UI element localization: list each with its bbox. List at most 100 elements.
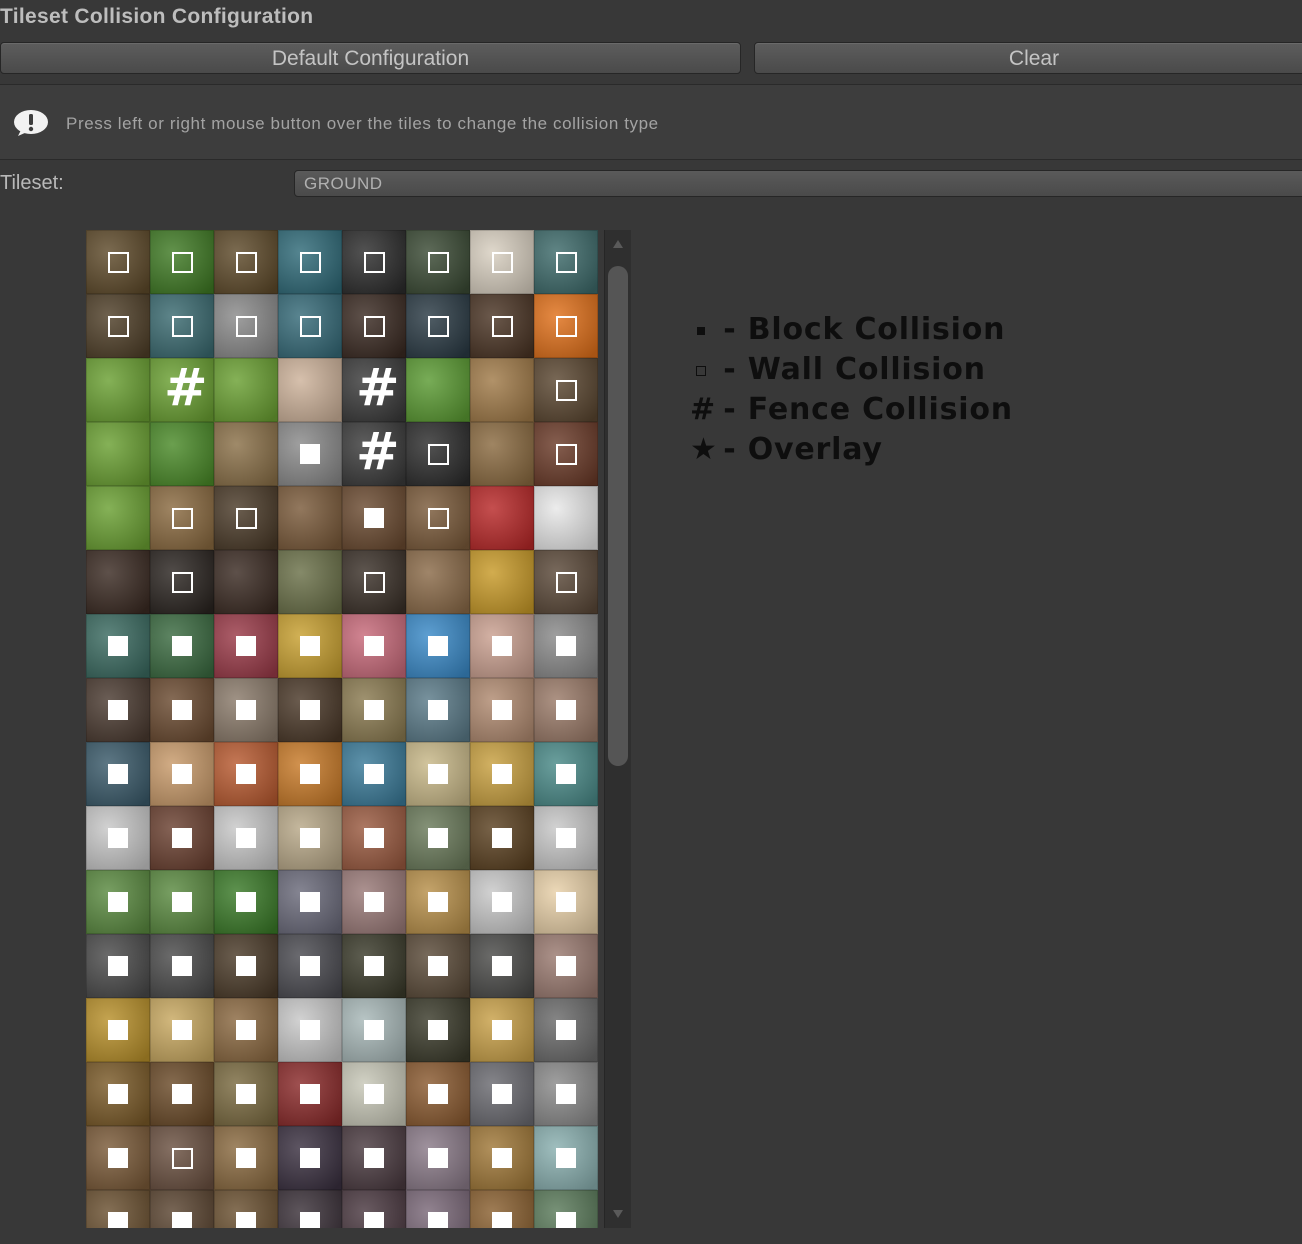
tile[interactable]: [150, 614, 214, 678]
scroll-up-arrow-icon[interactable]: [613, 240, 623, 248]
tile[interactable]: [86, 998, 150, 1062]
tile[interactable]: [214, 550, 278, 614]
tile[interactable]: [534, 1126, 598, 1190]
tile[interactable]: [278, 486, 342, 550]
tile[interactable]: [342, 1190, 406, 1228]
tile[interactable]: [86, 486, 150, 550]
tile[interactable]: [214, 486, 278, 550]
tile[interactable]: [150, 806, 214, 870]
tile[interactable]: [150, 1062, 214, 1126]
tile[interactable]: [86, 422, 150, 486]
tile[interactable]: [214, 742, 278, 806]
tile[interactable]: [86, 934, 150, 998]
tile[interactable]: #: [150, 358, 214, 422]
tile[interactable]: [470, 422, 534, 486]
tile[interactable]: [406, 358, 470, 422]
tile[interactable]: #: [342, 422, 406, 486]
tile[interactable]: [86, 358, 150, 422]
tile[interactable]: [278, 230, 342, 294]
tile[interactable]: [406, 486, 470, 550]
tile[interactable]: [86, 550, 150, 614]
tile[interactable]: [278, 870, 342, 934]
tile[interactable]: [214, 614, 278, 678]
tile[interactable]: [342, 614, 406, 678]
tile[interactable]: [470, 294, 534, 358]
tile[interactable]: [86, 294, 150, 358]
vertical-scrollbar[interactable]: [604, 230, 631, 1228]
tileset-dropdown[interactable]: GROUND: [294, 170, 1302, 197]
tile[interactable]: [534, 422, 598, 486]
tile[interactable]: [214, 806, 278, 870]
tile[interactable]: [470, 1062, 534, 1126]
tile[interactable]: [342, 806, 406, 870]
tile[interactable]: [406, 998, 470, 1062]
tile[interactable]: [150, 998, 214, 1062]
tile[interactable]: [470, 1190, 534, 1228]
tile[interactable]: [278, 422, 342, 486]
tile[interactable]: [278, 358, 342, 422]
tile[interactable]: [470, 486, 534, 550]
tile[interactable]: [342, 742, 406, 806]
tile[interactable]: [406, 1062, 470, 1126]
tile[interactable]: [406, 1126, 470, 1190]
tile[interactable]: [534, 1190, 598, 1228]
tile[interactable]: [278, 678, 342, 742]
tile[interactable]: [470, 230, 534, 294]
tile[interactable]: [534, 998, 598, 1062]
tile[interactable]: [406, 614, 470, 678]
tile[interactable]: [150, 422, 214, 486]
tile[interactable]: [342, 678, 406, 742]
tile[interactable]: [406, 870, 470, 934]
tile[interactable]: [342, 1126, 406, 1190]
tile[interactable]: [214, 1190, 278, 1228]
tile[interactable]: [534, 614, 598, 678]
scroll-down-arrow-icon[interactable]: [613, 1210, 623, 1218]
tile[interactable]: [214, 934, 278, 998]
tile[interactable]: [406, 230, 470, 294]
tile[interactable]: [406, 934, 470, 998]
tile[interactable]: [150, 294, 214, 358]
tile[interactable]: [150, 678, 214, 742]
tile[interactable]: [342, 550, 406, 614]
tile[interactable]: [214, 678, 278, 742]
tile[interactable]: [278, 550, 342, 614]
tile[interactable]: [86, 614, 150, 678]
tile[interactable]: [534, 1062, 598, 1126]
tile[interactable]: [86, 870, 150, 934]
tile[interactable]: [278, 806, 342, 870]
tile[interactable]: [470, 1126, 534, 1190]
tile[interactable]: [534, 294, 598, 358]
tile[interactable]: [406, 550, 470, 614]
tile[interactable]: [470, 614, 534, 678]
tile[interactable]: [470, 742, 534, 806]
tile[interactable]: [150, 1190, 214, 1228]
tile[interactable]: [150, 870, 214, 934]
tile[interactable]: [406, 294, 470, 358]
tile[interactable]: [470, 678, 534, 742]
tile[interactable]: [86, 678, 150, 742]
tile[interactable]: [214, 1062, 278, 1126]
tile[interactable]: [342, 230, 406, 294]
tile[interactable]: [150, 550, 214, 614]
tile[interactable]: [86, 742, 150, 806]
tile[interactable]: [214, 998, 278, 1062]
tile[interactable]: [86, 230, 150, 294]
tile[interactable]: [278, 294, 342, 358]
tile[interactable]: [214, 870, 278, 934]
tile[interactable]: [342, 998, 406, 1062]
tile[interactable]: [86, 806, 150, 870]
tile[interactable]: [150, 230, 214, 294]
tile[interactable]: [342, 1062, 406, 1126]
tile[interactable]: [470, 998, 534, 1062]
tile[interactable]: [406, 806, 470, 870]
tile[interactable]: [406, 678, 470, 742]
tile[interactable]: [470, 358, 534, 422]
tile[interactable]: [534, 486, 598, 550]
tile[interactable]: [278, 742, 342, 806]
tile[interactable]: [278, 1126, 342, 1190]
tile[interactable]: [534, 806, 598, 870]
tile[interactable]: [534, 870, 598, 934]
tile[interactable]: [150, 1126, 214, 1190]
tile[interactable]: [534, 678, 598, 742]
tile[interactable]: [342, 294, 406, 358]
